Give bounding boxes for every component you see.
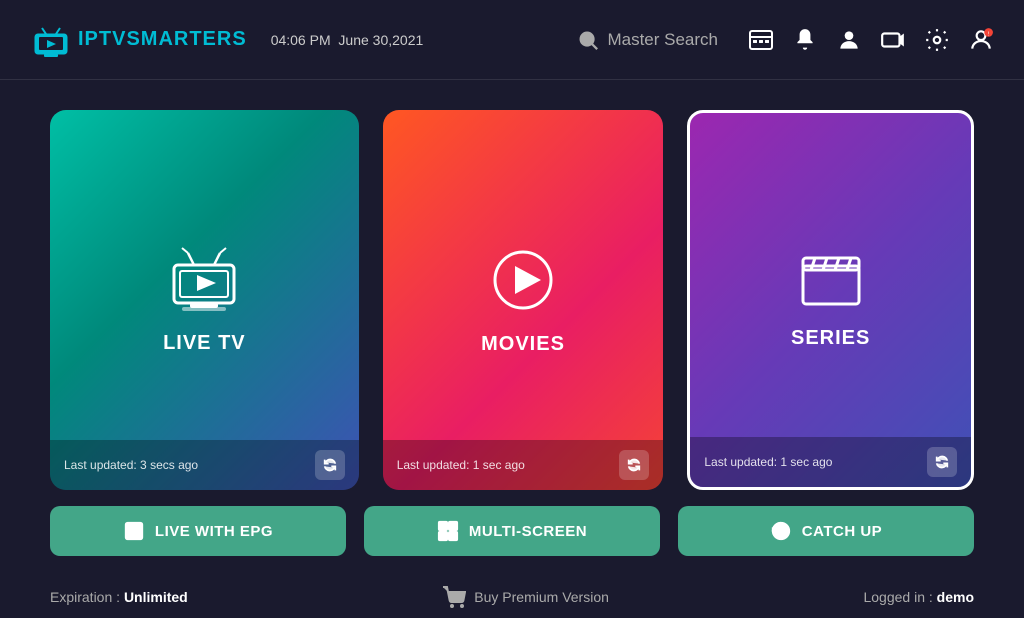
notification-icon[interactable] <box>792 27 818 53</box>
cart-icon <box>442 586 466 608</box>
cards-row: LIVE TV Last updated: 3 secs ago <box>50 110 974 490</box>
series-card[interactable]: SERIES Last updated: 1 sec ago <box>687 110 974 490</box>
live-epg-button[interactable]: LIVE WITH EPG <box>50 506 346 556</box>
movies-updated: Last updated: 1 sec ago <box>397 458 525 472</box>
series-footer: Last updated: 1 sec ago <box>690 437 971 487</box>
series-icon <box>795 250 867 315</box>
movies-refresh[interactable] <box>619 450 649 480</box>
series-title: SERIES <box>791 327 870 350</box>
record-icon[interactable] <box>880 27 906 53</box>
logo-area: IPTVSMARTERS <box>30 22 247 58</box>
live-tv-icon <box>164 245 244 320</box>
live-epg-label: LIVE WITH EPG <box>155 523 273 540</box>
user-icon[interactable] <box>836 27 862 53</box>
movies-title: MOVIES <box>481 333 565 356</box>
movies-icon <box>487 244 559 321</box>
series-refresh[interactable] <box>927 447 957 477</box>
live-epg-icon <box>123 520 145 542</box>
epg-icon[interactable] <box>748 27 774 53</box>
expiration-value: Unlimited <box>124 589 188 605</box>
multi-screen-button[interactable]: MULTI-SCREEN <box>364 506 660 556</box>
bottom-bar: Expiration : Unlimited Buy Premium Versi… <box>0 576 1024 618</box>
series-updated: Last updated: 1 sec ago <box>704 455 832 469</box>
profile-icon[interactable]: ! <box>968 27 994 53</box>
catch-up-button[interactable]: CATCH UP <box>678 506 974 556</box>
logged-label: Logged in : <box>863 589 936 605</box>
settings-icon[interactable] <box>924 27 950 53</box>
live-tv-updated: Last updated: 3 secs ago <box>64 458 198 472</box>
logo-tv-icon <box>30 22 72 58</box>
live-tv-card[interactable]: LIVE TV Last updated: 3 secs ago <box>50 110 359 490</box>
search-area[interactable]: Master Search <box>577 29 718 51</box>
expiration-label: Expiration : <box>50 589 124 605</box>
buy-premium-button[interactable]: Buy Premium Version <box>442 586 609 608</box>
expiration-info: Expiration : Unlimited <box>50 589 188 605</box>
main-content: LIVE TV Last updated: 3 secs ago <box>0 80 1024 576</box>
search-label: Master Search <box>607 30 718 50</box>
movies-card[interactable]: MOVIES Last updated: 1 sec ago <box>383 110 664 490</box>
datetime: 04:06 PM June 30,2021 <box>271 32 424 48</box>
logged-value: demo <box>937 589 974 605</box>
multi-screen-icon <box>437 520 459 542</box>
catch-up-label: CATCH UP <box>802 523 882 540</box>
logged-in-info: Logged in : demo <box>863 589 974 605</box>
search-icon <box>577 29 599 51</box>
header: IPTVSMARTERS 04:06 PM June 30,2021 Maste… <box>0 0 1024 80</box>
logo-text: IPTVSMARTERS <box>78 28 247 51</box>
multi-screen-label: MULTI-SCREEN <box>469 523 587 540</box>
catch-up-icon <box>770 520 792 542</box>
header-icons: ! <box>748 27 994 53</box>
live-tv-footer: Last updated: 3 secs ago <box>50 440 359 490</box>
buy-label: Buy Premium Version <box>474 589 609 605</box>
live-tv-refresh[interactable] <box>315 450 345 480</box>
action-buttons-row: LIVE WITH EPG MULTI-SCREEN CATCH UP <box>50 506 974 556</box>
live-tv-title: LIVE TV <box>163 332 246 355</box>
movies-footer: Last updated: 1 sec ago <box>383 440 664 490</box>
